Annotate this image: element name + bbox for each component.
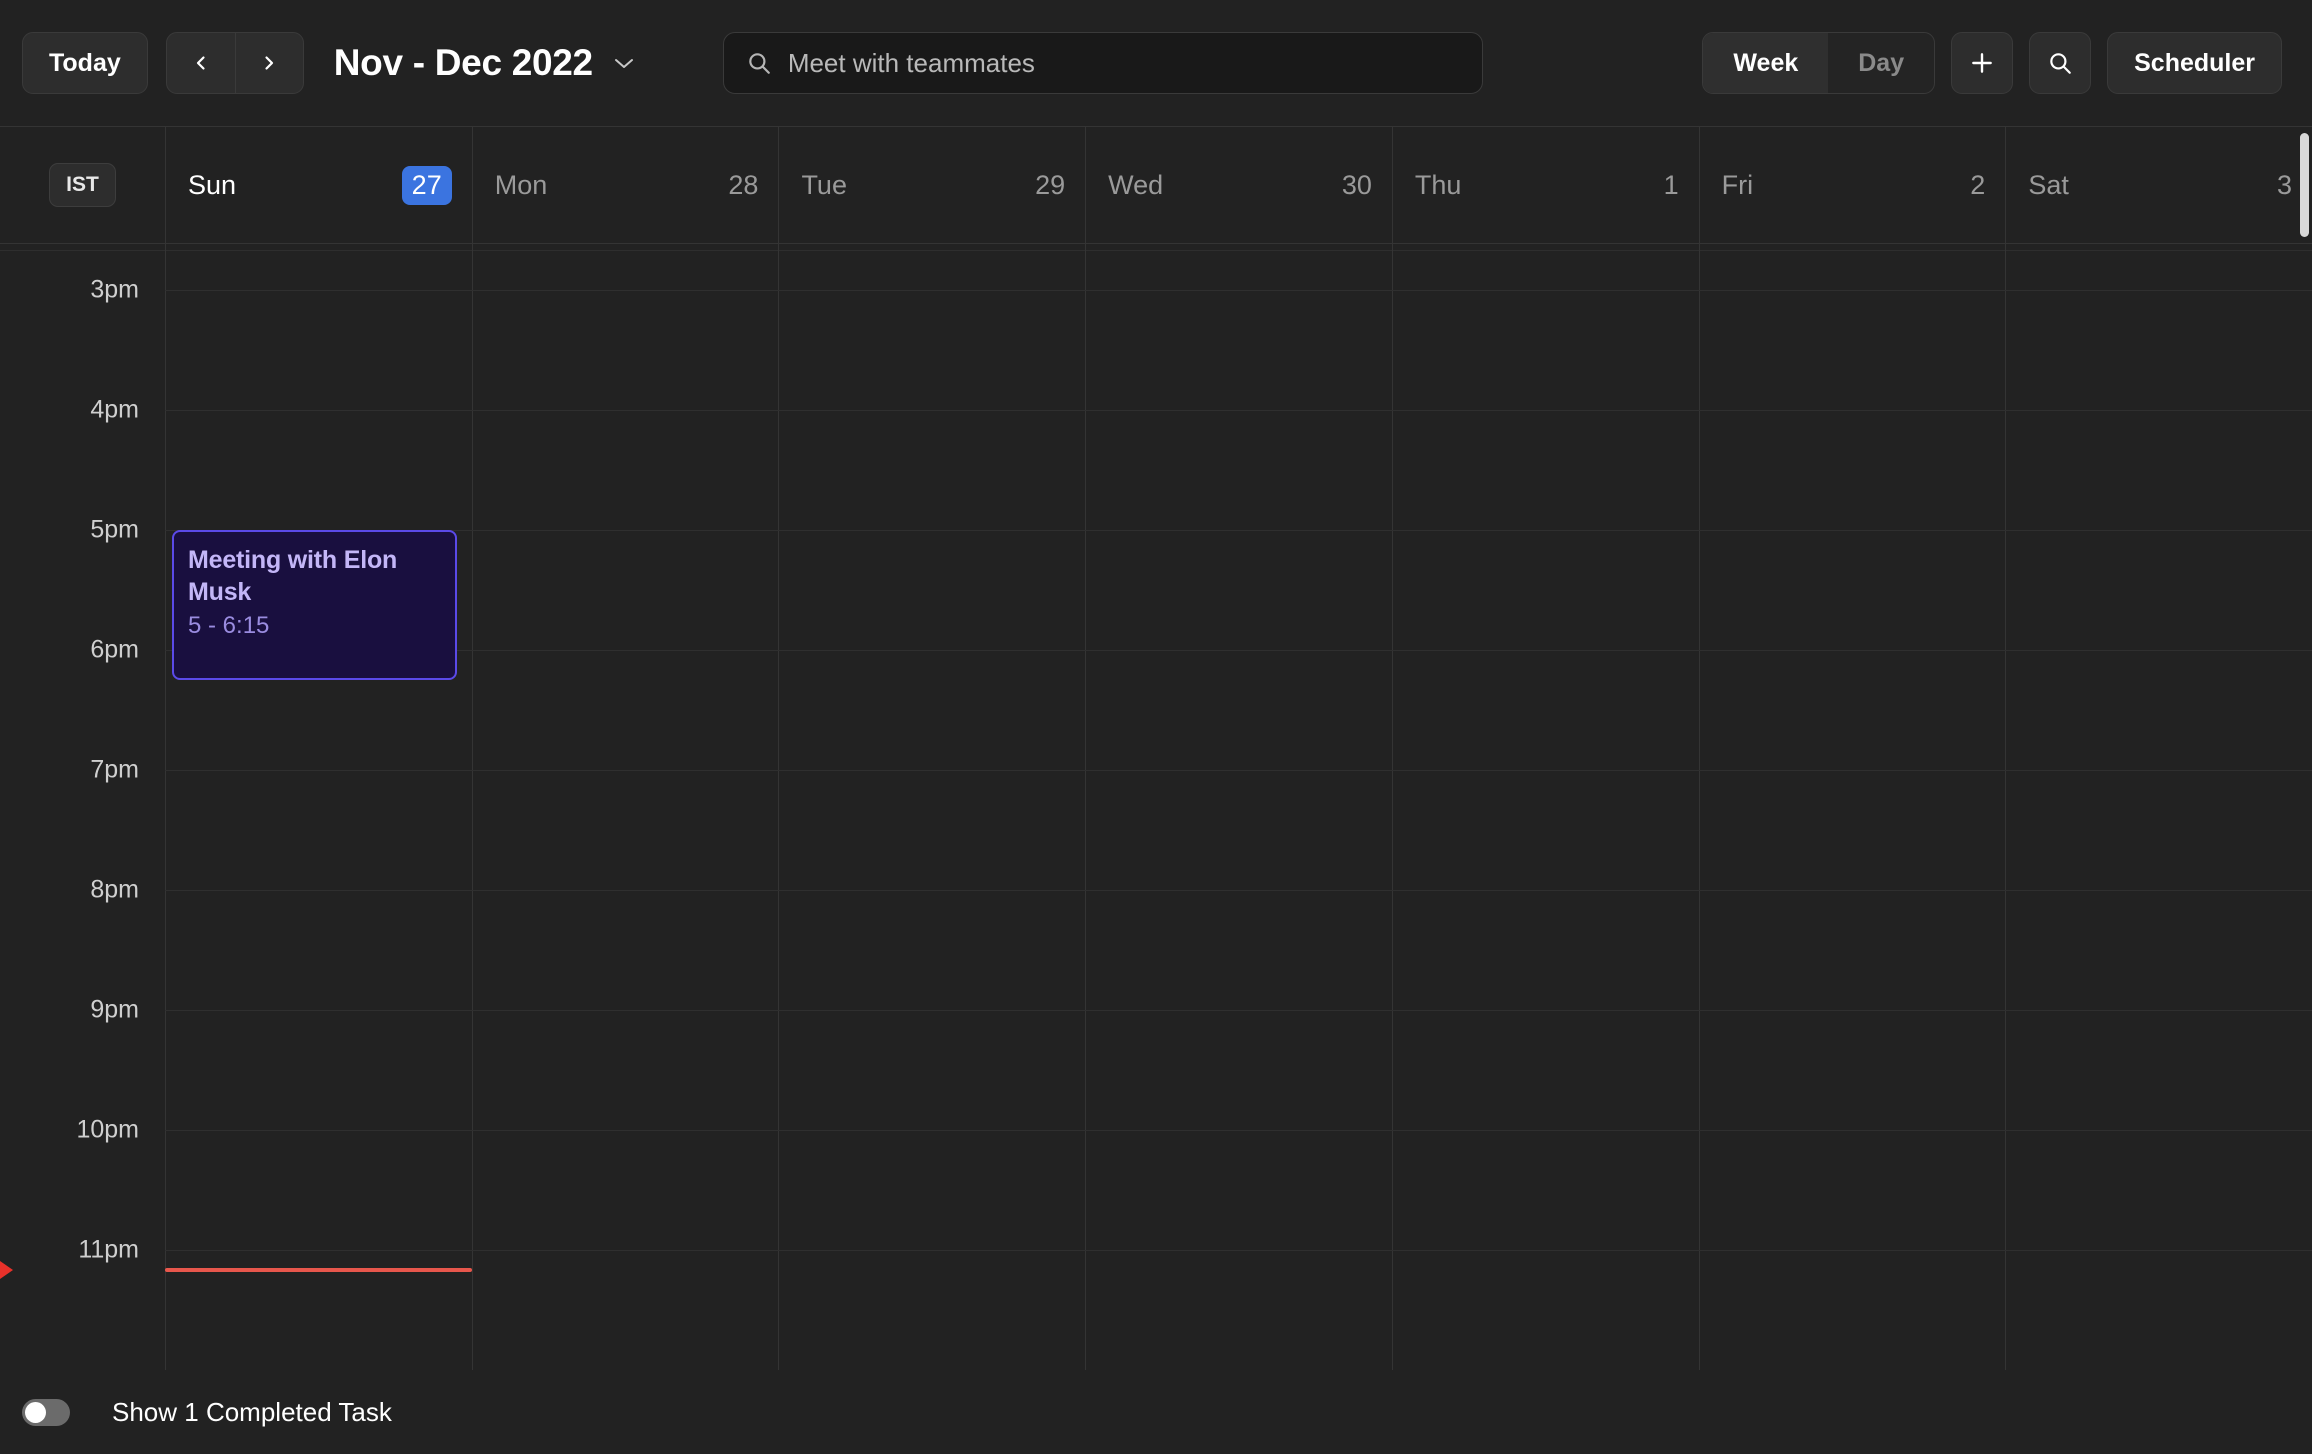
now-line xyxy=(165,1268,472,1272)
search-icon xyxy=(2047,50,2073,76)
hour-gridline xyxy=(165,1250,2312,1251)
show-completed-tasks-toggle[interactable] xyxy=(22,1399,70,1426)
day-number: 30 xyxy=(1342,170,1372,201)
day-header-fri[interactable]: Fri 2 xyxy=(1699,127,2006,243)
chevron-right-icon xyxy=(261,55,277,71)
event-time: 5 - 6:15 xyxy=(188,612,441,640)
day-header-tue[interactable]: Tue 29 xyxy=(778,127,1085,243)
day-name: Mon xyxy=(495,170,548,201)
day-number: 1 xyxy=(1664,170,1679,201)
tab-week-label: Week xyxy=(1733,49,1798,78)
footer-bar: Show 1 Completed Task xyxy=(0,1370,2312,1454)
view-switcher: Week Day xyxy=(1702,32,1935,94)
day-number: 28 xyxy=(728,170,758,201)
day-header-wed[interactable]: Wed 30 xyxy=(1085,127,1392,243)
hour-gridline xyxy=(165,290,2312,291)
add-event-button[interactable] xyxy=(1951,32,2013,94)
hour-gridline xyxy=(165,890,2312,891)
day-name: Thu xyxy=(1415,170,1462,201)
hour-label: 9pm xyxy=(90,996,139,1025)
date-navigation-group xyxy=(166,32,304,94)
timezone-button[interactable]: IST xyxy=(49,163,116,207)
time-grid[interactable]: 3pm 4pm 5pm 6pm 7pm 8pm 9pm 10pm 11pm Meeting wi… xyxy=(0,244,2312,1370)
hour-label: 10pm xyxy=(76,1116,139,1145)
tab-day-label: Day xyxy=(1858,49,1904,78)
grid-column-wed[interactable] xyxy=(1085,244,1392,1370)
hour-gridline xyxy=(165,1010,2312,1011)
day-number: 27 xyxy=(402,166,452,205)
calendar-event[interactable]: Meeting with Elon Musk 5 - 6:15 xyxy=(172,530,457,680)
now-marker-icon xyxy=(0,1261,13,1279)
day-number: 2 xyxy=(1970,170,1985,201)
search-button[interactable] xyxy=(2029,32,2091,94)
hour-label: 3pm xyxy=(90,276,139,305)
date-range-title: Nov - Dec 2022 xyxy=(334,42,593,84)
today-button[interactable]: Today xyxy=(22,32,148,94)
search-icon xyxy=(746,50,772,76)
calendar-app: Today Nov - Dec 2022 xyxy=(0,0,2312,1454)
scheduler-button-label: Scheduler xyxy=(2134,49,2255,78)
hour-gridline xyxy=(165,770,2312,771)
day-number: 3 xyxy=(2277,170,2292,201)
day-header-mon[interactable]: Mon 28 xyxy=(472,127,779,243)
hour-gridline xyxy=(165,410,2312,411)
tab-week[interactable]: Week xyxy=(1703,33,1828,93)
day-name: Tue xyxy=(801,170,847,201)
day-name: Sat xyxy=(2028,170,2069,201)
grid-column-thu[interactable] xyxy=(1392,244,1699,1370)
time-gutter: 3pm 4pm 5pm 6pm 7pm 8pm 9pm 10pm 11pm xyxy=(0,244,165,1370)
horizontal-scrollbar[interactable] xyxy=(2300,133,2309,237)
hour-label: 11pm xyxy=(78,1236,139,1265)
grid-column-sun[interactable] xyxy=(165,244,472,1370)
hour-gridline xyxy=(165,530,2312,531)
grid-column-fri[interactable] xyxy=(1699,244,2006,1370)
toggle-knob xyxy=(25,1402,46,1423)
date-range-selector[interactable]: Nov - Dec 2022 xyxy=(334,42,635,84)
grid-column-tue[interactable] xyxy=(778,244,1085,1370)
plus-icon xyxy=(1969,50,1995,76)
day-name: Fri xyxy=(1722,170,1753,201)
day-header-row: IST Sun 27 Mon 28 Tue 29 Wed 30 Thu 1 Fri 2 Sat 3 xyxy=(0,126,2312,244)
day-column-headers: Sun 27 Mon 28 Tue 29 Wed 30 Thu 1 Fri 2 Sat 3 xyxy=(165,127,2312,243)
chevron-left-icon xyxy=(193,55,209,71)
hour-label: 8pm xyxy=(90,876,139,905)
today-button-label: Today xyxy=(49,49,121,78)
day-header-sun[interactable]: Sun 27 xyxy=(165,127,472,243)
timezone-cell: IST xyxy=(0,127,165,243)
day-name: Wed xyxy=(1108,170,1163,201)
event-title: Meeting with Elon Musk xyxy=(188,544,441,608)
day-header-sat[interactable]: Sat 3 xyxy=(2005,127,2312,243)
hour-label: 5pm xyxy=(90,516,139,545)
search-field[interactable] xyxy=(723,32,1483,94)
scheduler-button[interactable]: Scheduler xyxy=(2107,32,2282,94)
hour-label: 7pm xyxy=(90,756,139,785)
hour-gridline xyxy=(165,1130,2312,1131)
grid-columns xyxy=(165,244,2312,1370)
day-name: Sun xyxy=(188,170,236,201)
day-header-thu[interactable]: Thu 1 xyxy=(1392,127,1699,243)
next-period-button[interactable] xyxy=(235,33,303,93)
show-completed-tasks-label: Show 1 Completed Task xyxy=(112,1397,392,1428)
chevron-down-icon[interactable] xyxy=(613,56,635,70)
previous-period-button[interactable] xyxy=(167,33,235,93)
hour-label: 4pm xyxy=(90,396,139,425)
grid-column-mon[interactable] xyxy=(472,244,779,1370)
day-number: 29 xyxy=(1035,170,1065,201)
view-controls: Week Day Scheduler xyxy=(1702,32,2282,94)
grid-column-sat[interactable] xyxy=(2005,244,2312,1370)
tab-day[interactable]: Day xyxy=(1828,33,1934,93)
hour-label: 6pm xyxy=(90,636,139,665)
search-input[interactable] xyxy=(788,48,1460,79)
hour-gridline xyxy=(165,650,2312,651)
toolbar: Today Nov - Dec 2022 xyxy=(0,0,2312,126)
